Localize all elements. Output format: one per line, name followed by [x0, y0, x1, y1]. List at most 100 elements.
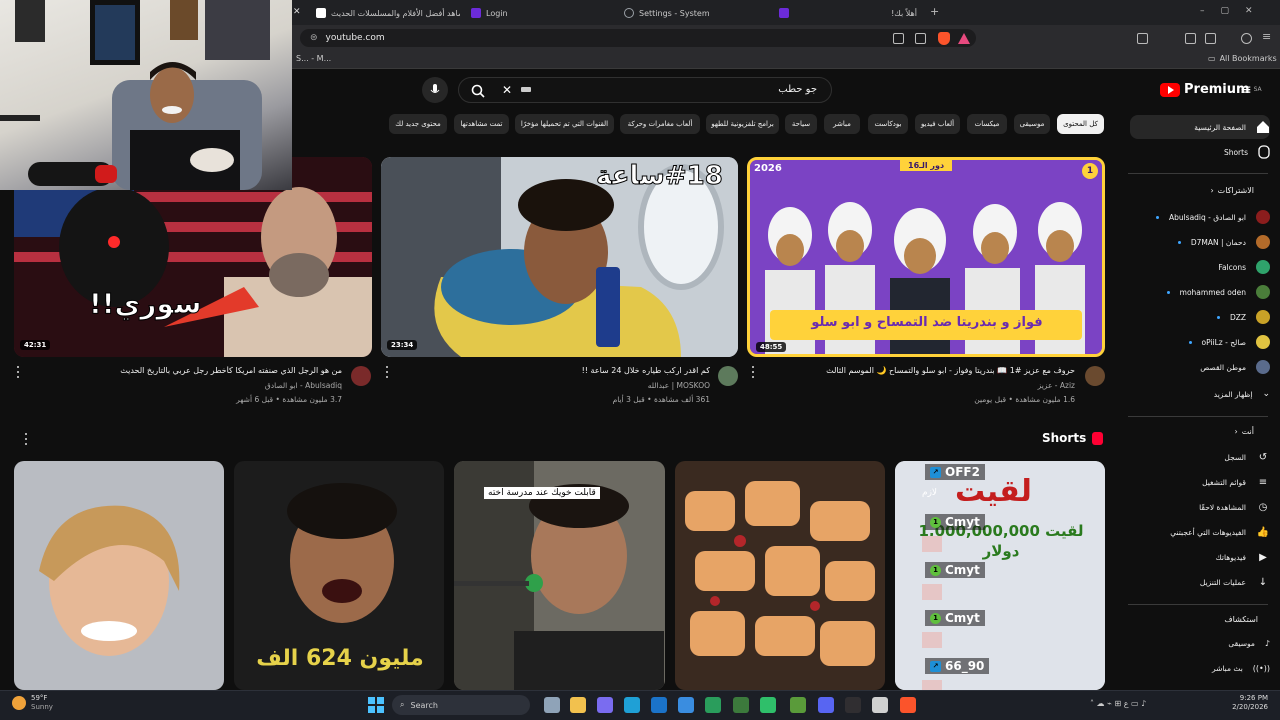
subscriptions-header[interactable]: الاشتراكات ‹ [1210, 186, 1254, 195]
outlook-icon[interactable] [651, 697, 667, 713]
app-icon[interactable] [705, 697, 721, 713]
obs-icon[interactable] [845, 697, 861, 713]
short-card[interactable]: قابلت خويك عند مدرسة اخته [454, 461, 665, 690]
menu-icon[interactable]: ≡ [1262, 30, 1271, 43]
short-card[interactable]: مليون 624 الف [234, 461, 444, 690]
clear-search-icon[interactable]: ✕ [502, 83, 512, 97]
new-tab-button[interactable]: + [930, 5, 939, 18]
sidebar-item-shorts[interactable]: Shorts [1130, 141, 1270, 163]
tray-clock[interactable]: 9:26 PM 2/20/2026 [1228, 694, 1268, 712]
search-bar[interactable]: ✕ جو حطب [458, 77, 832, 103]
short-card[interactable] [14, 461, 224, 690]
chip-filter[interactable]: محتوى جديد لك [389, 114, 447, 134]
brave-shield-icon[interactable] [938, 32, 950, 45]
sidebar-icon[interactable] [1185, 33, 1196, 44]
tab-login[interactable]: Login [465, 3, 615, 23]
video-title[interactable]: كم اقدر اركب طياره خلال 24 ساعة !! [400, 366, 710, 375]
video-menu-icon[interactable] [14, 366, 22, 378]
all-bookmarks[interactable]: ▭ All Bookmarks [1208, 54, 1277, 63]
youtube-logo[interactable]: Premium SA [1160, 82, 1262, 97]
vpn-icon[interactable] [1241, 33, 1252, 44]
extensions-icon[interactable] [1137, 33, 1148, 44]
sidebar-item-you[interactable]: السجل ↺ [1130, 446, 1270, 468]
video-title[interactable]: من هو الرجل الذي صنفته امريكا كأخطر رجل … [40, 366, 342, 375]
keyboard-icon[interactable] [521, 87, 531, 92]
search-input[interactable]: جو حطب [778, 84, 817, 95]
sidebar-item-explore[interactable]: بث مباشر ((•)) [1130, 657, 1270, 679]
github-icon[interactable] [872, 697, 888, 713]
chip-filter[interactable]: كل المحتوى [1057, 114, 1104, 134]
short-card[interactable] [675, 461, 885, 690]
sidebar-item-you[interactable]: المشاهدة لاحقًا ◷ [1130, 496, 1270, 518]
tab-movies[interactable]: شاهد أفضل الأفلام والمسلسلات الحديث [310, 3, 460, 23]
chip-filter[interactable]: ألعاب مغامرات وحركة [620, 114, 700, 134]
bookmark-item[interactable]: S... - M... [296, 54, 331, 63]
screenshot-icon[interactable] [915, 33, 926, 44]
sidebar-item-you[interactable]: عمليات التنزيل ↓ [1130, 571, 1270, 593]
site-info-icon[interactable]: ⊜ [310, 33, 318, 43]
search-icon[interactable] [471, 83, 485, 102]
edge-icon[interactable] [624, 697, 640, 713]
app-icon[interactable] [733, 697, 749, 713]
video-menu-icon[interactable] [383, 366, 391, 378]
video-thumbnail[interactable]: #18ساعة 23:34 [381, 157, 738, 357]
shelf-menu-icon[interactable] [22, 433, 30, 445]
channel-name[interactable]: Abulsadiq - ابو الصادق [170, 381, 342, 390]
sidebar-show-more[interactable]: إظهار المزيد ⌄ [1130, 383, 1270, 405]
sidebar-subscription[interactable]: موطن القصص [1130, 356, 1270, 378]
task-view-icon[interactable] [544, 697, 560, 713]
video-menu-icon[interactable] [749, 366, 757, 378]
sidebar-item-you[interactable]: فيديوهاتك ▶ [1130, 546, 1270, 568]
cast-icon[interactable] [893, 33, 904, 44]
sidebar-subscription[interactable]: mohammed oden [1130, 281, 1270, 303]
chip-filter[interactable]: القنوات التي تم تحميلها مؤخرًا [515, 114, 614, 134]
app-icon[interactable] [760, 697, 776, 713]
sidebar-item-you[interactable]: الفيديوهات التي أعجبتني 👍 [1130, 521, 1270, 543]
youtube-play-icon [1160, 82, 1180, 97]
taskbar-search[interactable]: ⌕ Search [392, 695, 530, 715]
file-explorer-icon[interactable] [570, 697, 586, 713]
chip-filter[interactable]: بودكاست [868, 114, 908, 134]
url-field[interactable]: ⊜ youtube.com [300, 29, 976, 47]
you-header[interactable]: أنت ‹ [1234, 427, 1254, 436]
sidebar-subscription[interactable]: D7MAN | دحمان [1130, 231, 1270, 253]
chip-filter[interactable]: ميكسات [967, 114, 1007, 134]
window-controls[interactable]: –▢✕ [1200, 6, 1269, 16]
start-button[interactable] [368, 697, 384, 713]
history-icon: ↺ [1258, 451, 1268, 463]
sidebar-subscription[interactable]: oPiiLz - صالح [1130, 331, 1270, 353]
app-icon[interactable] [790, 697, 806, 713]
chip-filter[interactable]: مباشر [824, 114, 860, 134]
video-thumbnail[interactable]: 2026 دور الـ16 1 فواز و بندريتا ضد التمس… [747, 157, 1105, 357]
sidebar-item-you[interactable]: قوائم التشغيل ≡ [1130, 471, 1270, 493]
sidebar-subscription[interactable]: DZZ [1130, 306, 1270, 328]
chip-filter[interactable]: موسيقى [1014, 114, 1050, 134]
brave-rewards-icon[interactable] [958, 33, 970, 44]
sidebar-item-explore[interactable]: موسيقى ♪ [1130, 632, 1270, 654]
tray-icons[interactable]: ˄ ☁ ⌁ ⊞ ع ▭ ♪ [1090, 699, 1146, 708]
copilot-icon[interactable] [597, 697, 613, 713]
sidebar-item-home[interactable]: الصفحة الرئيسية [1130, 115, 1270, 139]
chip-filter[interactable]: ألعاب فيديو [915, 114, 960, 134]
chip-filter[interactable]: برامج تلفزيونية للطهو [706, 114, 779, 134]
close-tab-icon[interactable]: ✕ [293, 7, 301, 17]
channel-avatar[interactable] [351, 366, 371, 386]
weather-widget[interactable]: 59°F Sunny [12, 694, 53, 712]
chip-filter[interactable]: تمت مشاهدتها [454, 114, 509, 134]
tab-settings[interactable]: Settings - System [618, 3, 768, 23]
sidebar-item-label: موسيقى [1228, 638, 1255, 648]
voice-search-button[interactable] [422, 77, 448, 103]
channel-name[interactable]: MOSKOO | عبدالله [540, 381, 710, 390]
channel-avatar[interactable] [1085, 366, 1105, 386]
wallet-icon[interactable] [1205, 33, 1216, 44]
store-icon[interactable] [678, 697, 694, 713]
brave-icon[interactable] [900, 697, 916, 713]
channel-avatar[interactable] [718, 366, 738, 386]
video-title[interactable]: حروف مع عزيز #1 📖 بندريتا وفواز - ابو سل… [770, 366, 1075, 375]
chip-filter[interactable]: سياحة [785, 114, 817, 134]
tab-kick[interactable]: أهلاً بك! [773, 3, 923, 23]
sidebar-subscription[interactable]: Abulsadiq - ابو الصادق [1130, 206, 1270, 228]
discord-icon[interactable] [818, 697, 834, 713]
sidebar-subscription[interactable]: Falcons [1130, 256, 1270, 278]
channel-name[interactable]: Aziz - عزيز [900, 381, 1075, 390]
